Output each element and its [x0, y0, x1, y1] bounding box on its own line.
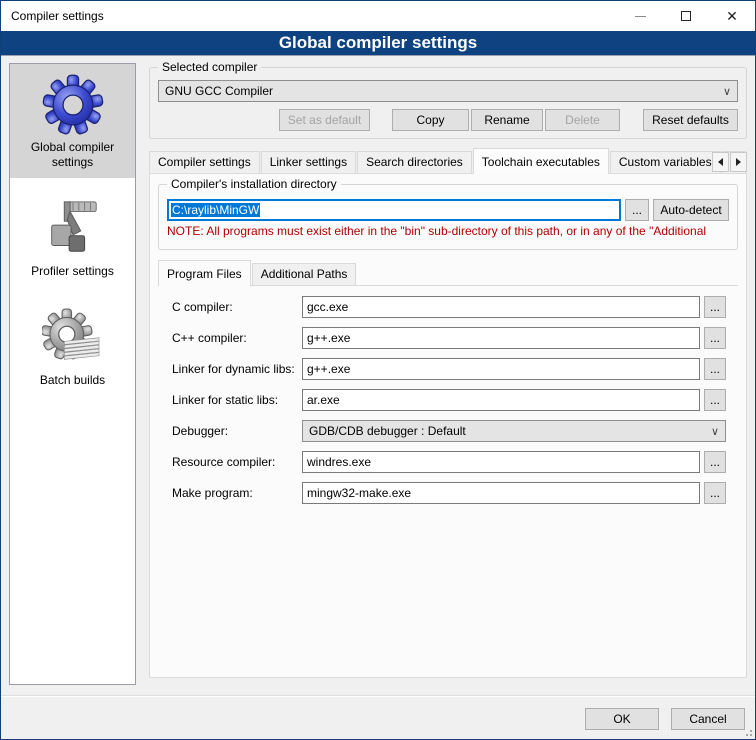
installation-directory-row: C:\raylib\MinGW ... Auto-detect	[167, 199, 729, 221]
chevron-down-icon: ∨	[711, 425, 719, 438]
settings-panel: Selected compiler GNU GCC Compiler ∨ Set…	[149, 63, 747, 678]
maximize-button[interactable]	[663, 1, 709, 31]
tab-toolchain-executables[interactable]: Toolchain executables	[473, 148, 609, 174]
programs-subtab-bar: Program Files Additional Paths	[158, 262, 738, 285]
field-row-linker-static: Linker for static libs: ...	[172, 389, 726, 411]
compiler-settings-dialog: Compiler settings ✕ Global compiler sett…	[0, 0, 756, 740]
debugger-label: Debugger:	[172, 424, 302, 438]
window-controls: ✕	[617, 1, 755, 31]
field-row-cpp-compiler: C++ compiler: ...	[172, 327, 726, 349]
linker-static-browse-button[interactable]: ...	[704, 389, 726, 411]
close-icon: ✕	[726, 9, 738, 23]
copy-button[interactable]: Copy	[392, 109, 469, 131]
tab-scrollers	[712, 152, 747, 172]
set-as-default-button[interactable]: Set as default	[279, 109, 370, 131]
compiler-buttons-row: Set as default Copy Rename Delete Reset …	[158, 109, 738, 131]
sidebar-item-label: Profiler settings	[10, 262, 135, 287]
linker-static-input[interactable]	[302, 389, 700, 411]
subtab-additional-paths[interactable]: Additional Paths	[252, 263, 357, 285]
make-program-input[interactable]	[302, 482, 700, 504]
linker-static-label: Linker for static libs:	[172, 393, 302, 407]
sidebar-item-global-compiler-settings[interactable]: Global compiler settings	[10, 64, 135, 178]
ok-button[interactable]: OK	[585, 708, 659, 730]
arrow-right-icon	[736, 158, 741, 166]
minimize-button[interactable]	[617, 1, 663, 31]
sidebar-item-batch-builds[interactable]: Batch builds	[10, 297, 135, 396]
field-row-make-program: Make program: ...	[172, 482, 726, 504]
title-bar: Compiler settings ✕	[1, 1, 755, 31]
resource-compiler-browse-button[interactable]: ...	[704, 451, 726, 473]
tab-custom-variables[interactable]: Custom variables	[610, 151, 721, 173]
tab-linker-settings[interactable]: Linker settings	[261, 151, 356, 173]
cpp-compiler-browse-button[interactable]: ...	[704, 327, 726, 349]
settings-category-list: Global compiler settings Profiler settin…	[9, 63, 136, 685]
make-program-label: Make program:	[172, 486, 302, 500]
rename-button[interactable]: Rename	[471, 109, 543, 131]
minimize-icon	[635, 16, 646, 17]
installation-directory-legend: Compiler's installation directory	[167, 177, 341, 191]
field-row-c-compiler: C compiler: ...	[172, 296, 726, 318]
field-row-resource-compiler: Resource compiler: ...	[172, 451, 726, 473]
chevron-down-icon: ∨	[723, 85, 731, 98]
tab-scroll-left-button[interactable]	[712, 152, 729, 172]
installation-directory-value: C:\raylib\MinGW	[171, 203, 260, 217]
auto-detect-button[interactable]: Auto-detect	[653, 199, 729, 221]
debugger-select[interactable]: GDB/CDB debugger : Default ∨	[302, 420, 726, 442]
page-title: Global compiler settings	[279, 33, 477, 53]
close-button[interactable]: ✕	[709, 1, 755, 31]
caliper-icon	[10, 196, 135, 262]
selected-compiler-legend: Selected compiler	[158, 60, 261, 74]
linker-dynamic-label: Linker for dynamic libs:	[172, 362, 302, 376]
toolchain-executables-page: Compiler's installation directory C:\ray…	[149, 173, 747, 678]
delete-button[interactable]: Delete	[545, 109, 620, 131]
linker-dynamic-browse-button[interactable]: ...	[704, 358, 726, 380]
footer-divider	[1, 695, 755, 697]
reset-defaults-button[interactable]: Reset defaults	[643, 109, 738, 131]
dialog-content: Global compiler settings Profiler settin…	[1, 57, 755, 739]
sidebar-item-profiler-settings[interactable]: Profiler settings	[10, 188, 135, 287]
sidebar-item-label: Global compiler settings	[10, 138, 135, 178]
maximize-icon	[681, 11, 691, 21]
installation-directory-input[interactable]: C:\raylib\MinGW	[167, 199, 621, 221]
debugger-select-value: GDB/CDB debugger : Default	[309, 424, 466, 438]
field-row-linker-dynamic: Linker for dynamic libs: ...	[172, 358, 726, 380]
cpp-compiler-label: C++ compiler:	[172, 331, 302, 345]
bin-subdirectory-note: NOTE: All programs must exist either in …	[167, 224, 729, 238]
resource-compiler-label: Resource compiler:	[172, 455, 302, 469]
cancel-button[interactable]: Cancel	[671, 708, 745, 730]
footer-buttons: OK Cancel	[585, 708, 745, 730]
compiler-select-value: GNU GCC Compiler	[165, 84, 273, 98]
field-row-debugger: Debugger: GDB/CDB debugger : Default ∨	[172, 420, 726, 442]
c-compiler-input[interactable]	[302, 296, 700, 318]
tab-search-directories[interactable]: Search directories	[357, 151, 472, 173]
c-compiler-browse-button[interactable]: ...	[704, 296, 726, 318]
linker-dynamic-input[interactable]	[302, 358, 700, 380]
tab-scroll-right-button[interactable]	[730, 152, 747, 172]
tab-compiler-settings[interactable]: Compiler settings	[149, 151, 260, 173]
browse-directory-button[interactable]: ...	[625, 199, 649, 221]
dialog-header: Global compiler settings	[1, 31, 755, 56]
window-title: Compiler settings	[1, 9, 104, 23]
make-program-browse-button[interactable]: ...	[704, 482, 726, 504]
cpp-compiler-input[interactable]	[302, 327, 700, 349]
installation-directory-group: Compiler's installation directory C:\ray…	[158, 184, 738, 250]
program-files-page: C compiler: ... C++ compiler: ... Linker…	[158, 285, 738, 504]
subtab-program-files[interactable]: Program Files	[158, 260, 251, 286]
blue-gear-icon	[10, 72, 135, 138]
arrow-left-icon	[718, 158, 723, 166]
programs-subnotebook: Program Files Additional Paths C compile…	[158, 262, 738, 504]
compiler-select[interactable]: GNU GCC Compiler ∨	[158, 80, 738, 102]
resize-grip[interactable]	[741, 725, 753, 737]
sidebar-item-label: Batch builds	[10, 371, 135, 396]
gray-gear-papers-icon	[10, 305, 135, 371]
settings-tab-bar: Compiler settings Linker settings Search…	[149, 149, 747, 173]
resource-compiler-input[interactable]	[302, 451, 700, 473]
c-compiler-label: C compiler:	[172, 300, 302, 314]
selected-compiler-group: Selected compiler GNU GCC Compiler ∨ Set…	[149, 67, 747, 139]
